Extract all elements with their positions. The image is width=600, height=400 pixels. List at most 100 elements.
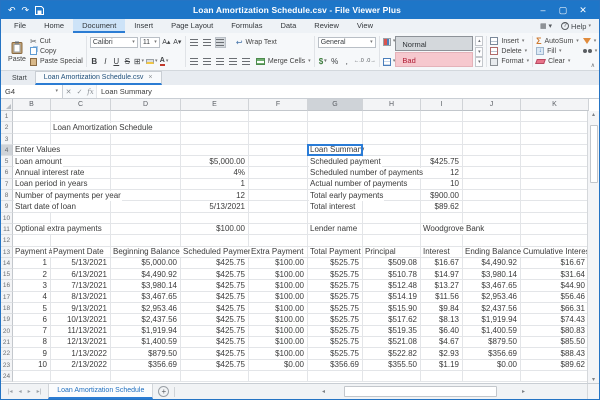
undo-icon[interactable]: ↶ (8, 5, 16, 15)
cell-C23[interactable]: 2/13/2022 (51, 359, 111, 371)
cell-D15[interactable]: $4,490.92 (111, 269, 181, 281)
cell-D16[interactable]: $3,980.14 (111, 280, 181, 292)
cell-B9[interactable]: Start date of loan (13, 201, 77, 213)
cell-H13[interactable]: Principal (363, 246, 421, 258)
font-size-select[interactable]: 11 ▾ (139, 36, 160, 48)
cell-I17[interactable]: $11.56 (421, 291, 463, 304)
horizontal-scroll-thumb[interactable] (343, 386, 497, 397)
cell-I16[interactable]: $13.27 (421, 280, 463, 292)
cell-H4[interactable] (363, 144, 421, 157)
cell-E4[interactable] (181, 144, 249, 157)
cell-F18[interactable]: $100.00 (249, 303, 308, 315)
cell-D12[interactable] (111, 235, 181, 247)
cell-K21[interactable]: $85.50 (521, 336, 589, 349)
cell-J3[interactable] (463, 133, 521, 145)
cell-B15[interactable]: 2 (13, 269, 51, 281)
column-header-G[interactable]: G (308, 99, 363, 111)
cell-I13[interactable]: Interest (421, 246, 463, 258)
cell-J7[interactable] (463, 178, 521, 191)
cell-I21[interactable]: $4.67 (421, 336, 463, 349)
styles-scroll-down-button[interactable]: ▾ (475, 46, 484, 57)
row-header-4[interactable]: 4 (1, 144, 13, 157)
column-header-K[interactable]: K (521, 99, 589, 111)
cell-F23[interactable]: $0.00 (249, 359, 308, 371)
cell-F14[interactable]: $100.00 (249, 257, 308, 270)
clear-button[interactable]: Clear ▾ (535, 57, 579, 67)
cell-F11[interactable] (249, 223, 308, 236)
cell-C15[interactable]: 6/13/2021 (51, 269, 111, 281)
cell-F1[interactable] (249, 111, 308, 123)
view-options-icon[interactable]: ▦ ▾ (540, 22, 552, 30)
cell-F8[interactable] (249, 190, 308, 202)
cell-J17[interactable]: $2,953.46 (463, 291, 521, 304)
cell-D7[interactable] (111, 178, 181, 191)
bold-button[interactable]: B (90, 56, 99, 67)
cell-D6[interactable] (111, 167, 181, 179)
cell-E22[interactable]: $425.75 (181, 348, 249, 360)
cell-K7[interactable] (521, 178, 589, 191)
align-top-button[interactable] (189, 37, 200, 48)
cell-K12[interactable] (521, 235, 589, 247)
row-header-14[interactable]: 14 (1, 257, 13, 270)
cell-F21[interactable]: $100.00 (249, 336, 308, 349)
cell-H16[interactable]: $512.48 (363, 280, 421, 292)
cell-C2[interactable]: Loan Amortization Schedule (51, 122, 154, 134)
cell-B11[interactable]: Optional extra payments (13, 223, 103, 236)
cell-G5[interactable]: Scheduled payment (308, 156, 382, 168)
first-sheet-button[interactable]: |◂ (5, 388, 16, 395)
cell-B1[interactable] (13, 111, 51, 123)
cell-I11[interactable]: Woodgrove Bank (421, 223, 486, 236)
cell-H12[interactable] (363, 235, 421, 247)
cell-C19[interactable]: 10/13/2021 (51, 314, 111, 326)
cell-F9[interactable] (249, 201, 308, 213)
cell-K3[interactable] (521, 133, 589, 145)
cell-K23[interactable]: $89.62 (521, 359, 589, 371)
cell-C24[interactable] (51, 370, 111, 383)
cell-H19[interactable]: $517.62 (363, 314, 421, 326)
row-header-3[interactable]: 3 (1, 133, 13, 145)
format-cells-button[interactable]: Format ▾ (490, 57, 529, 67)
cell-K2[interactable] (521, 122, 589, 134)
font-color-button[interactable]: A ▾ (159, 56, 169, 67)
cell-H14[interactable]: $509.08 (363, 257, 421, 270)
cell-E17[interactable]: $425.75 (181, 291, 249, 304)
row-header-10[interactable]: 10 (1, 212, 13, 224)
cell-F2[interactable] (249, 122, 308, 134)
cell-J12[interactable] (463, 235, 521, 247)
cell-E1[interactable] (181, 111, 249, 123)
column-header-I[interactable]: I (421, 99, 463, 111)
name-box[interactable]: G4 ▾ (1, 85, 63, 98)
cell-J19[interactable]: $1,919.94 (463, 314, 521, 326)
maximize-button[interactable]: ▢ (553, 1, 573, 19)
cell-G2[interactable] (308, 122, 363, 134)
decrease-indent-button[interactable] (228, 56, 239, 67)
cell-D23[interactable]: $356.69 (111, 359, 181, 371)
delete-cells-button[interactable]: Delete ▾ (490, 46, 529, 56)
cell-I15[interactable]: $14.97 (421, 269, 463, 281)
cell-H20[interactable]: $519.35 (363, 325, 421, 337)
cell-E12[interactable] (181, 235, 249, 247)
cell-H17[interactable]: $514.19 (363, 291, 421, 304)
cell-C13[interactable]: Payment Date (51, 246, 111, 258)
redo-icon[interactable]: ↷ (22, 5, 30, 15)
cell-I6[interactable]: 12 (421, 167, 463, 179)
row-header-5[interactable]: 5 (1, 156, 13, 168)
cell-C18[interactable]: 9/13/2021 (51, 303, 111, 315)
cell-G16[interactable]: $525.75 (308, 280, 363, 292)
cell-I4[interactable] (421, 144, 463, 157)
cell-J24[interactable] (463, 370, 521, 383)
cell-D1[interactable] (111, 111, 181, 123)
format-as-table-button[interactable]: ▾ (382, 56, 395, 67)
row-header-2[interactable]: 2 (1, 122, 13, 134)
cell-E23[interactable]: $425.75 (181, 359, 249, 371)
sheet-tab[interactable]: Loan Amortization Schedule (48, 384, 154, 399)
cell-J9[interactable] (463, 201, 521, 213)
cell-D21[interactable]: $1,400.59 (111, 336, 181, 349)
cell-E13[interactable]: Scheduled Payment (181, 246, 256, 258)
cell-D17[interactable]: $3,467.65 (111, 291, 181, 304)
underline-button[interactable]: U (112, 56, 121, 67)
cell-I23[interactable]: $1.19 (421, 359, 463, 371)
cell-K17[interactable]: $56.46 (521, 291, 589, 304)
cell-E6[interactable]: 4% (181, 167, 249, 179)
cell-J2[interactable] (463, 122, 521, 134)
